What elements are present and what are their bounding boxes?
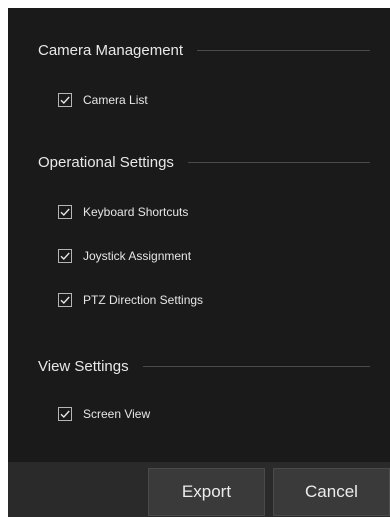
option-label: Keyboard Shortcuts xyxy=(83,205,189,219)
section-title: View Settings xyxy=(38,357,129,375)
checkmark-icon[interactable] xyxy=(58,93,72,107)
checkmark-icon[interactable] xyxy=(58,205,72,219)
section-divider xyxy=(197,49,370,51)
section-divider xyxy=(142,365,370,367)
checkbox-ptz-direction-settings[interactable]: PTZ Direction Settings xyxy=(58,290,203,310)
section-header: Camera Management xyxy=(38,38,370,62)
option-label: PTZ Direction Settings xyxy=(83,293,204,307)
option-label: Joystick Assignment xyxy=(83,249,192,263)
section-divider xyxy=(187,161,370,163)
checkbox-camera-list[interactable]: Camera List xyxy=(58,90,148,110)
section-header: View Settings xyxy=(38,354,370,378)
export-settings-dialog: Camera Management Camera List Operationa… xyxy=(8,8,390,517)
checkmark-icon[interactable] xyxy=(58,249,72,263)
checkbox-screen-view[interactable]: Screen View xyxy=(58,404,150,424)
dialog-footer: Export Cancel xyxy=(8,462,390,517)
option-label: Camera List xyxy=(83,93,148,107)
section-header: Operational Settings xyxy=(38,150,370,174)
option-label: Screen View xyxy=(83,407,151,421)
cancel-button[interactable]: Cancel xyxy=(273,468,390,516)
checkmark-icon[interactable] xyxy=(58,407,72,421)
checkbox-keyboard-shortcuts[interactable]: Keyboard Shortcuts xyxy=(58,202,188,222)
export-button[interactable]: Export xyxy=(148,468,265,516)
checkbox-joystick-assignment[interactable]: Joystick Assignment xyxy=(58,246,191,266)
section-title: Camera Management xyxy=(38,41,184,59)
checkmark-icon[interactable] xyxy=(58,293,72,307)
section-title: Operational Settings xyxy=(38,153,174,171)
